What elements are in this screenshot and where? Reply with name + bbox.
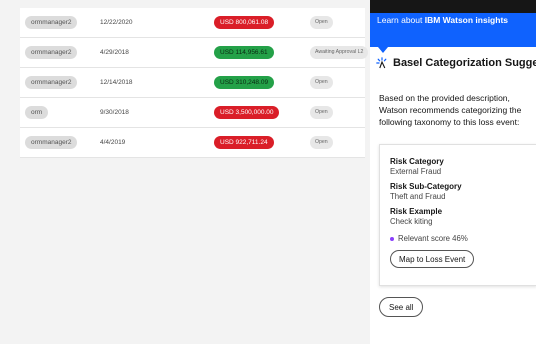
risk-category-label: Risk Category	[390, 157, 444, 166]
panel-title: Basel Categorization Suggestio	[393, 56, 536, 69]
owner-tag: ormmanager2	[25, 76, 78, 89]
risk-subcategory-value: Theft and Fraud	[390, 192, 446, 201]
map-to-loss-event-button[interactable]: Map to Loss Event	[390, 250, 475, 268]
suggestion-description: Based on the provided description, Watso…	[379, 93, 522, 127]
owner-tag: orm	[25, 106, 49, 119]
watson-insights-panel: Learn about IBM Watson insights Basel Ca…	[370, 0, 536, 344]
amount-badge: USD 3,500,000.00	[214, 106, 280, 119]
table-row[interactable]: ormmanager2 12/14/2018 USD 310,248.09 Op…	[20, 68, 365, 98]
relevance-dot-icon	[390, 236, 394, 241]
banner-pointer	[378, 47, 388, 53]
table-row[interactable]: orm 9/30/2018 USD 3,500,000.00 Open	[20, 98, 365, 128]
event-date: 4/4/2019	[100, 139, 126, 146]
status-badge: Awaiting Approval L2	[310, 46, 369, 59]
relevance-score: Relevant score 46%	[390, 234, 468, 243]
risk-category-value: External Fraud	[390, 167, 442, 176]
amount-badge: USD 922,711.24	[214, 136, 274, 149]
amount-badge: USD 310,248.09	[214, 76, 275, 89]
amount-badge: USD 800,061.08	[214, 16, 275, 29]
risk-example-label: Risk Example	[390, 207, 443, 216]
owner-tag: ormmanager2	[25, 46, 78, 59]
status-badge: Open	[310, 136, 333, 149]
status-badge: Open	[310, 16, 333, 29]
status-badge: Open	[310, 106, 333, 119]
risk-example-value: Check kiting	[390, 217, 433, 226]
panel-top-bar	[370, 0, 536, 13]
owner-tag: ormmanager2	[25, 16, 78, 29]
watson-spark-icon	[376, 56, 387, 68]
event-date: 4/29/2018	[100, 49, 129, 56]
banner-text[interactable]: Learn about IBM Watson insights	[377, 15, 508, 25]
see-all-button[interactable]: See all	[379, 297, 424, 317]
loss-events-table: ormmanager2 12/22/2020 USD 800,061.08 Op…	[0, 0, 369, 344]
status-badge: Open	[310, 76, 333, 89]
risk-subcategory-label: Risk Sub-Category	[390, 182, 462, 191]
suggestion-card: Risk Category External Fraud Risk Sub-Ca…	[379, 144, 536, 286]
table-row[interactable]: ormmanager2 4/4/2019 USD 922,711.24 Open	[20, 128, 365, 158]
table-row[interactable]: ormmanager2 12/22/2020 USD 800,061.08 Op…	[20, 8, 365, 38]
event-date: 12/14/2018	[100, 79, 133, 86]
panel-title-row: Basel Categorization Suggestio	[376, 54, 536, 74]
table-row[interactable]: ormmanager2 4/29/2018 USD 114,956.61 Awa…	[20, 38, 369, 68]
event-date: 9/30/2018	[100, 109, 129, 116]
event-date: 12/22/2020	[100, 19, 133, 26]
amount-badge: USD 114,956.61	[214, 46, 274, 59]
owner-tag: ormmanager2	[25, 136, 78, 149]
